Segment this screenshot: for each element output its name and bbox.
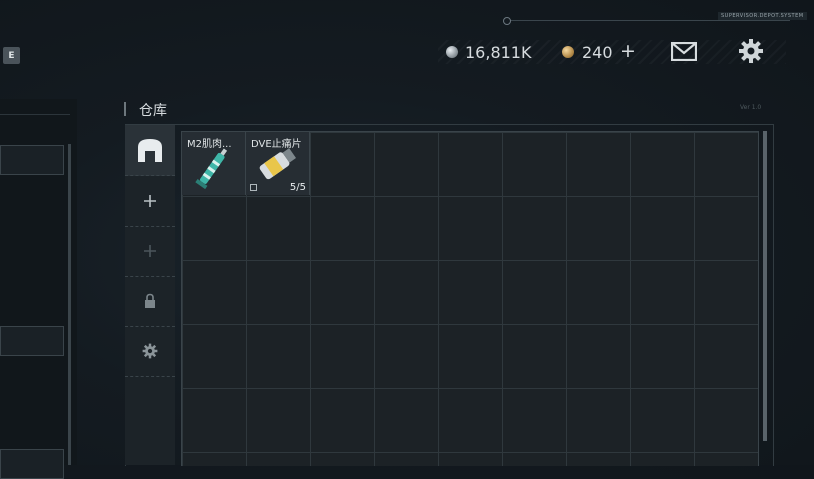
lock-icon [145, 293, 155, 308]
tab-settings[interactable] [125, 326, 175, 377]
gear-icon [142, 343, 158, 359]
inventory-item-m2[interactable]: M2肌肉... [182, 132, 246, 195]
gold-amount: 240 [582, 43, 613, 62]
left-slot[interactable] [0, 449, 64, 479]
silver-coin-icon [446, 46, 458, 58]
item-count: 5/5 [289, 182, 306, 193]
mail-icon[interactable] [671, 42, 697, 61]
tab-add-disabled[interactable] [125, 226, 175, 277]
gold-coin-icon [562, 46, 574, 58]
title-accent-bar [124, 102, 126, 116]
plus-icon [144, 195, 156, 207]
key-hint-e[interactable]: E [3, 47, 20, 64]
add-gold-button[interactable]: + [620, 40, 636, 62]
silver-amount: 16,811K [465, 43, 532, 62]
tab-add[interactable] [125, 176, 175, 227]
left-panel-divider [0, 114, 70, 115]
settings-gear-icon[interactable] [738, 38, 764, 64]
plus-icon [144, 245, 156, 257]
server-tag: SUPERVISOR.DEPOT.SYSTEM [718, 12, 807, 20]
inventory-item-dve[interactable]: DVE止痛片 5/5 [246, 132, 310, 195]
left-slot[interactable] [0, 145, 64, 175]
left-scrollbar[interactable] [68, 144, 71, 465]
tab-storage[interactable] [125, 125, 175, 176]
storage-icon [138, 139, 162, 162]
warehouse-corner-tag: Ver 1.0 [740, 104, 762, 111]
hud-dot [503, 17, 511, 25]
inventory-scrollbar[interactable] [763, 131, 767, 441]
warehouse-title: 仓库 [139, 103, 167, 119]
hud-line [505, 20, 790, 21]
pill-bottle-icon [259, 148, 297, 180]
syringe-icon [195, 148, 228, 190]
item-lock-icon [250, 184, 257, 191]
left-slot[interactable] [0, 326, 64, 356]
tab-locked[interactable] [125, 276, 175, 327]
